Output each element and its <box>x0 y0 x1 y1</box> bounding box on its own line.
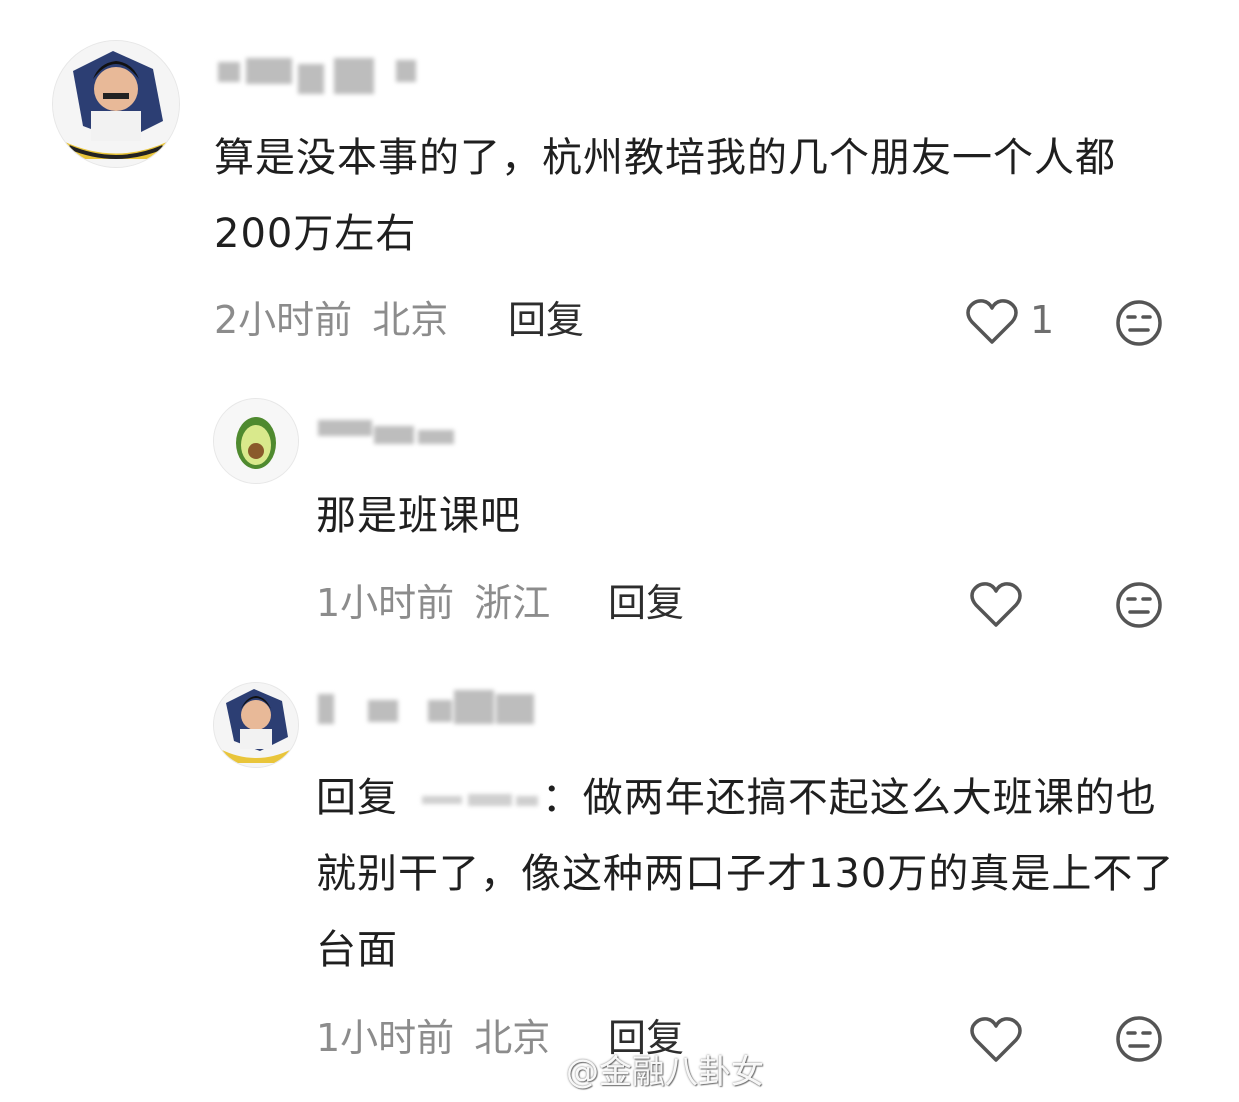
avatar-image <box>53 41 179 167</box>
heart-outline-icon[interactable] <box>970 581 1022 629</box>
reply-button[interactable]: 回复 <box>608 581 684 625</box>
avatar-image <box>214 683 298 767</box>
heart-outline-icon[interactable] <box>966 298 1018 346</box>
watermark: @金融八卦女 <box>528 1052 764 1092</box>
username-blurred[interactable] <box>218 58 418 98</box>
avatar-commenter-1[interactable] <box>52 40 180 168</box>
mentioned-username-blurred[interactable] <box>412 788 542 812</box>
avatar-commenter-2[interactable] <box>213 398 299 484</box>
weibo-logo-icon <box>528 1062 561 1087</box>
comment-location: 北京 <box>372 298 449 342</box>
comment-location: 浙江 <box>474 581 551 625</box>
comment-text: 算是没本事的了，杭州教培我的几个朋友一个人都200万左右 <box>214 135 1116 257</box>
like-count: 1 <box>1030 298 1055 342</box>
comment-text: 那是班课吧 <box>316 493 521 539</box>
meh-face-icon[interactable] <box>1114 580 1164 630</box>
watermark-text: @金融八卦女 <box>566 1052 764 1091</box>
meh-face-icon[interactable] <box>1114 1014 1164 1064</box>
reply-prefix: 回复 <box>316 775 398 821</box>
comment-text: 回复 ：做两年还搞不起这么大班课的也就别干了，像这种两口子才130万的真是上不了… <box>316 760 1196 988</box>
comment-meta: 2小时前 北京 <box>214 298 448 342</box>
comment-meta: 1小时前 北京 <box>316 1016 550 1060</box>
comment-time: 1小时前 <box>316 581 455 625</box>
username-blurred[interactable] <box>318 420 458 450</box>
avocado-icon <box>214 399 298 483</box>
comment-meta: 1小时前 浙江 <box>316 581 550 625</box>
comment-time: 2小时前 <box>214 298 353 342</box>
heart-outline-icon[interactable] <box>970 1016 1022 1064</box>
reply-button[interactable]: 回复 <box>508 298 584 342</box>
avatar-commenter-3[interactable] <box>213 682 299 768</box>
comment-time: 1小时前 <box>316 1016 455 1060</box>
username-blurred[interactable] <box>318 690 538 730</box>
meh-face-icon[interactable] <box>1114 298 1164 348</box>
